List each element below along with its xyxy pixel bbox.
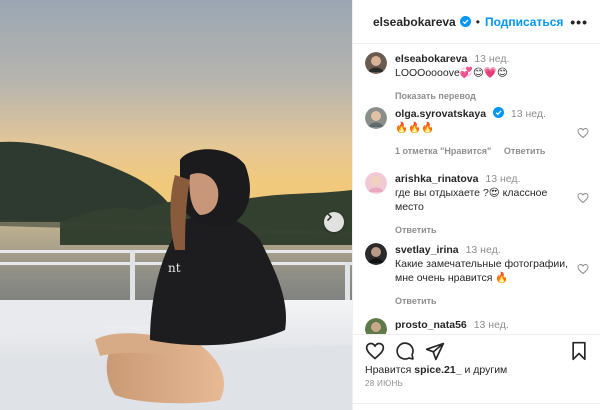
reply-button[interactable]: Ответить [504,146,546,156]
likes-suffix[interactable]: и другим [464,364,507,376]
avatar[interactable] [365,172,387,194]
avatar[interactable] [365,52,387,74]
sunset-yacht-image: nt [0,0,352,410]
post-actions: Нравится spice.21_ и другим 28 июнь [353,334,600,410]
heart-icon[interactable] [577,127,589,139]
post-side-panel: elseabokareva • Подписаться ••• elseabok… [352,0,600,410]
reply-button[interactable]: Ответить [395,225,437,235]
bookmark-icon[interactable] [569,341,589,361]
comment-time[interactable]: 13 нед. [485,173,520,185]
likes-summary[interactable]: Нравится spice.21_ и другим [365,364,507,376]
verified-icon [459,16,471,27]
comment-text: Какие замечательные фотографии, мне очен… [395,258,569,284]
avatar[interactable] [365,107,387,129]
comment-username[interactable]: prosto_nata56 [395,319,467,331]
comment-time[interactable]: 13 нед. [466,244,501,256]
reply-button[interactable]: Ответить [395,296,437,306]
separator-dot: • [475,14,480,29]
heart-icon[interactable] [577,263,589,275]
comment-text: 🔥🔥🔥 [395,122,435,134]
heart-icon[interactable] [577,192,589,204]
likes-prefix: Нравится [365,364,412,376]
more-options-icon[interactable]: ••• [570,14,588,30]
comment-username[interactable]: arishka_rinatova [395,173,478,185]
comments-list[interactable]: elseabokareva 13 нед. LOOOoooove💞😊💗😊 Пок… [353,44,600,334]
comment-time[interactable]: 13 нед. [511,108,546,120]
comment-like-count[interactable]: 1 отметка "Нравится" [395,146,491,156]
post-photo[interactable]: nt [0,0,352,410]
avatar[interactable] [365,243,387,265]
comment-text: LOOOoooove💞😊💗😊 [395,67,508,79]
verified-icon [492,107,504,118]
chevron-right-icon [326,212,333,222]
comment-username[interactable]: elseabokareva [395,53,467,65]
add-comment-area[interactable] [353,403,600,410]
comment-icon[interactable] [395,341,415,361]
share-icon[interactable] [425,341,445,361]
follow-button[interactable]: Подписаться [485,15,563,29]
comment-username[interactable]: olga.syrovatskaya [395,108,486,120]
likes-user[interactable]: spice.21_ [414,364,461,376]
post-header: elseabokareva • Подписаться ••• [353,0,600,44]
author-username[interactable]: elseabokareva [373,15,456,29]
show-translation-link[interactable]: Показать перевод [395,91,476,101]
comment-time[interactable]: 13 нед. [474,53,509,65]
post-date: 28 июнь [365,379,404,388]
comment-username[interactable]: svetlay_irina [395,244,459,256]
svg-text:nt: nt [168,261,181,275]
next-photo-button[interactable] [324,212,344,232]
avatar[interactable] [365,318,387,334]
comment-time[interactable]: 13 нед. [474,319,509,331]
comment-text: где вы отдыхаете ?😍 классное место [395,187,548,213]
heart-icon[interactable] [365,341,385,361]
